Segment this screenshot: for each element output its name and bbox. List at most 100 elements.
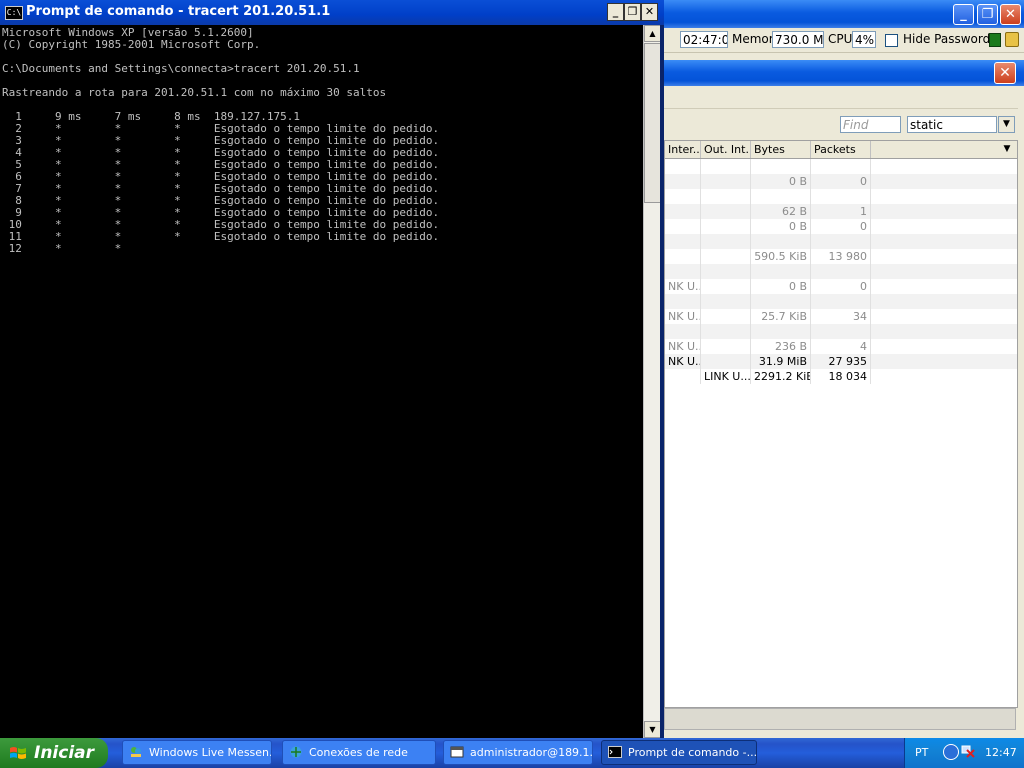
table-cell-packets: 13 980 bbox=[811, 249, 871, 264]
table-cell-packets: 27 935 bbox=[811, 354, 871, 369]
table-cell-inter bbox=[665, 159, 701, 174]
panel-tab-strip bbox=[664, 86, 1018, 109]
cmd-icon bbox=[608, 746, 622, 758]
table-cell-packets: 0 bbox=[811, 219, 871, 234]
find-input[interactable]: Find bbox=[840, 116, 901, 133]
task-label: administrador@189.1... bbox=[470, 746, 593, 759]
table-row[interactable]: NK U... 236 B4 bbox=[665, 339, 1017, 354]
restore-button[interactable]: ❐ bbox=[977, 4, 998, 25]
connections-table: Inter... Out. Int... Bytes Packets ▼ 0 B… bbox=[664, 140, 1018, 708]
table-header: Inter... Out. Int... Bytes Packets ▼ bbox=[665, 141, 1017, 159]
table-cell-packets bbox=[811, 294, 871, 309]
console-text: Microsoft Windows XP [versão 5.1.2600] (… bbox=[2, 26, 440, 255]
start-button[interactable]: Iniciar bbox=[0, 738, 108, 768]
table-row[interactable]: NK U... 0 B0 bbox=[665, 279, 1017, 294]
console-output[interactable]: Microsoft Windows XP [versão 5.1.2600] (… bbox=[0, 25, 643, 738]
table-row[interactable]: 590.5 KiB 13 980 bbox=[665, 249, 1017, 264]
clock[interactable]: 12:47 bbox=[985, 746, 1017, 759]
filter-bar: Find static ▼ bbox=[664, 109, 1018, 139]
table-row[interactable] bbox=[665, 294, 1017, 309]
network-warning-icon[interactable] bbox=[961, 745, 975, 758]
table-row[interactable]: 0 B0 bbox=[665, 219, 1017, 234]
table-cell-bytes bbox=[751, 294, 811, 309]
scroll-thumb[interactable] bbox=[644, 43, 661, 203]
table-cell-out bbox=[701, 234, 751, 249]
table-cell-out bbox=[701, 294, 751, 309]
firewall-connections-panel: Find static ▼ Inter... Out. Int... Bytes… bbox=[664, 86, 1018, 734]
system-tray: PT 12:47 bbox=[904, 738, 1024, 768]
table-cell-out: LINK U... bbox=[701, 369, 751, 384]
minimize-button[interactable]: _ bbox=[953, 4, 974, 25]
table-row[interactable]: 0 B0 bbox=[665, 174, 1017, 189]
horizontal-scrollbar[interactable] bbox=[664, 708, 1016, 730]
filter-select[interactable]: static bbox=[907, 116, 997, 133]
taskbar: Iniciar Windows Live Messen... Conexões … bbox=[0, 738, 1024, 768]
table-cell-out bbox=[701, 204, 751, 219]
taskbar-item-winbox[interactable]: administrador@189.1... bbox=[443, 740, 593, 765]
table-row[interactable]: LINK U... 2291.2 KiB 18 034 bbox=[665, 369, 1017, 384]
inner-window-titlebar[interactable] bbox=[664, 60, 1024, 86]
table-cell-inter bbox=[665, 204, 701, 219]
table-row[interactable] bbox=[665, 189, 1017, 204]
table-cell-out bbox=[701, 189, 751, 204]
table-cell-out bbox=[701, 219, 751, 234]
window-border bbox=[660, 25, 664, 738]
table-row[interactable]: NK U... 25.7 KiB34 bbox=[665, 309, 1017, 324]
table-cell-out bbox=[701, 264, 751, 279]
cmd-titlebar[interactable]: C:\ Prompt de comando - tracert 201.20.5… bbox=[0, 0, 664, 25]
minimize-button[interactable]: _ bbox=[607, 3, 624, 21]
column-header-packets[interactable]: Packets bbox=[811, 141, 871, 158]
close-button[interactable]: ✕ bbox=[1000, 4, 1021, 25]
start-label: Iniciar bbox=[34, 743, 95, 763]
table-cell-bytes: 2291.2 KiB bbox=[751, 369, 811, 384]
scroll-up-icon[interactable]: ▲ bbox=[644, 25, 661, 42]
task-label: Conexões de rede bbox=[309, 746, 408, 759]
hide-passwords-checkbox[interactable] bbox=[885, 34, 898, 47]
windows-flag-icon bbox=[10, 747, 26, 759]
table-cell-inter bbox=[665, 264, 701, 279]
table-cell-packets: 4 bbox=[811, 339, 871, 354]
table-cell-packets: 1 bbox=[811, 204, 871, 219]
filter-dropdown-icon[interactable]: ▼ bbox=[998, 116, 1015, 133]
language-indicator[interactable]: PT bbox=[915, 746, 928, 759]
table-cell-packets: 34 bbox=[811, 309, 871, 324]
column-header-out-interface[interactable]: Out. Int... bbox=[701, 141, 751, 158]
table-cell-packets: 0 bbox=[811, 279, 871, 294]
memory-value: 730.0 MiB bbox=[772, 31, 824, 48]
column-header-in-interface[interactable]: Inter... bbox=[665, 141, 701, 158]
restore-button[interactable]: ❐ bbox=[624, 3, 641, 21]
close-button[interactable]: ✕ bbox=[641, 3, 658, 21]
table-row[interactable]: 62 B1 bbox=[665, 204, 1017, 219]
taskbar-item-messenger[interactable]: Windows Live Messen... bbox=[122, 740, 272, 765]
scroll-down-icon[interactable]: ▼ bbox=[644, 721, 661, 738]
table-row[interactable] bbox=[665, 264, 1017, 279]
vertical-scrollbar[interactable]: ▲ ▼ bbox=[643, 25, 661, 738]
table-cell-packets bbox=[811, 234, 871, 249]
table-cell-inter bbox=[665, 219, 701, 234]
table-cell-inter: NK U... bbox=[665, 339, 701, 354]
table-row[interactable]: NK U... 31.9 MiB27 935 bbox=[665, 354, 1017, 369]
winbox-status-toolbar: 02:47:07 Memory: 730.0 MiB CPU: 4% Hide … bbox=[664, 28, 1024, 53]
winbox-titlebar[interactable]: _ ❐ ✕ bbox=[664, 0, 1024, 28]
taskbar-item-cmd[interactable]: Prompt de comando -... bbox=[601, 740, 757, 765]
table-cell-inter bbox=[665, 249, 701, 264]
table-cell-packets bbox=[811, 159, 871, 174]
table-row[interactable] bbox=[665, 159, 1017, 174]
taskbar-item-network[interactable]: Conexões de rede bbox=[282, 740, 436, 765]
table-cell-bytes: 0 B bbox=[751, 174, 811, 189]
language-bar-icon[interactable] bbox=[943, 744, 959, 760]
table-cell-out bbox=[701, 279, 751, 294]
column-header-bytes[interactable]: Bytes bbox=[751, 141, 811, 158]
table-cell-inter: NK U... bbox=[665, 279, 701, 294]
table-cell-inter bbox=[665, 234, 701, 249]
column-chooser-icon[interactable]: ▼ bbox=[999, 141, 1015, 158]
window-title: Prompt de comando - tracert 201.20.51.1 bbox=[26, 4, 331, 19]
command-prompt-window: C:\ Prompt de comando - tracert 201.20.5… bbox=[0, 0, 664, 738]
table-row[interactable] bbox=[665, 324, 1017, 339]
table-cell-packets bbox=[811, 264, 871, 279]
inner-window-close-button[interactable]: ✕ bbox=[994, 62, 1016, 84]
table-cell-inter bbox=[665, 294, 701, 309]
table-cell-inter: NK U... bbox=[665, 354, 701, 369]
table-row[interactable] bbox=[665, 234, 1017, 249]
table-cell-out bbox=[701, 174, 751, 189]
